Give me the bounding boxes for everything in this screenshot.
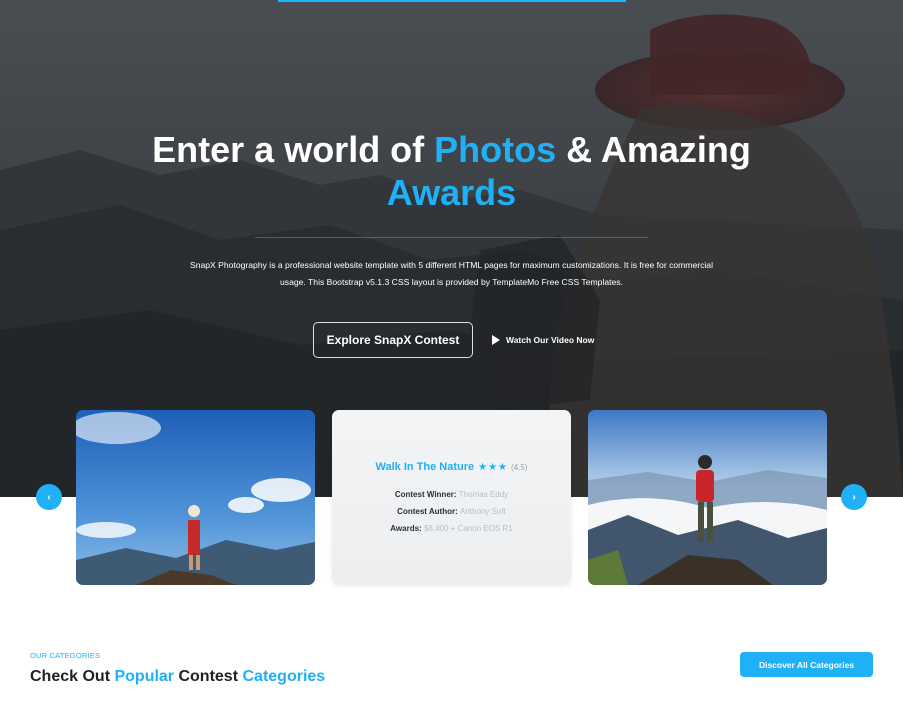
star-icon: ★★★ [478,462,509,473]
contest-winner-label: Contest Winner: [394,490,457,499]
featured-contest-rating: (4.5) [511,463,528,472]
explore-contest-button[interactable]: Explore SnapX Contest [313,322,473,358]
categories-subtitle: OUR CATEGORIES [30,651,101,660]
carousel-next-button[interactable]: › [841,484,867,510]
top-accent-bar [278,0,626,2]
chevron-right-icon: › [852,491,856,503]
carousel-prev-button[interactable]: ‹ [36,484,62,510]
contest-winner-row: Contest Winner: Thomas Eddy [332,490,571,499]
hero-title-text-2: & Amazing [556,129,751,170]
featured-contest-title-row: Walk In The Nature ★★★ (4.5) [332,461,571,473]
categories-title: Check Out Popular Contest Categories [30,668,325,686]
featured-contest-title[interactable]: Walk In The Nature [376,461,475,473]
categories-title-text-2: Contest [174,668,243,685]
categories-title-text-1: Check Out [30,668,115,685]
hiker-woman-photo [76,410,315,585]
hero-title-accent-2: Awards [386,172,517,213]
contest-author-value: Anthony Soft [460,507,506,516]
featured-contest-card[interactable]: Walk In The Nature ★★★ (4.5) Contest Winne… [332,410,571,585]
hero-description-line-2: usage. This Bootstrap v5.1.3 CSS layout … [280,277,623,287]
contest-author-row: Contest Author: Anthony Soft [332,507,571,516]
contest-awards-label: Awards: [390,524,422,533]
discover-categories-button[interactable]: Discover All Categories [740,652,873,677]
contest-author-label: Contest Author: [397,507,458,516]
contest-winner-value: Thomas Eddy [458,490,509,499]
watch-video-label: Watch Our Video Now [506,335,595,345]
categories-title-accent-2: Categories [242,668,326,685]
contest-awards-value: $8,400 + Canon EOS R1 [423,524,513,533]
hero-divider [255,237,648,238]
watch-video-link[interactable]: Watch Our Video Now [492,331,594,349]
play-icon [492,335,500,345]
hero-title: Enter a world of Photos & Amazing Awards [60,128,843,214]
hero-title-accent-1: Photos [434,129,557,170]
hiker-man-photo [588,410,827,585]
chevron-left-icon: ‹ [47,491,51,503]
hero-title-text-1: Enter a world of [152,129,435,170]
categories-title-accent-1: Popular [114,668,175,685]
contest-awards-row: Awards: $8,400 + Canon EOS R1 [332,524,571,533]
hero-description: SnapX Photography is a professional webs… [170,257,733,291]
hero-description-line-1: SnapX Photography is a professional webs… [189,260,713,270]
carousel-card-hiker-man[interactable] [588,410,827,585]
carousel-card-hiker-woman[interactable] [76,410,315,585]
